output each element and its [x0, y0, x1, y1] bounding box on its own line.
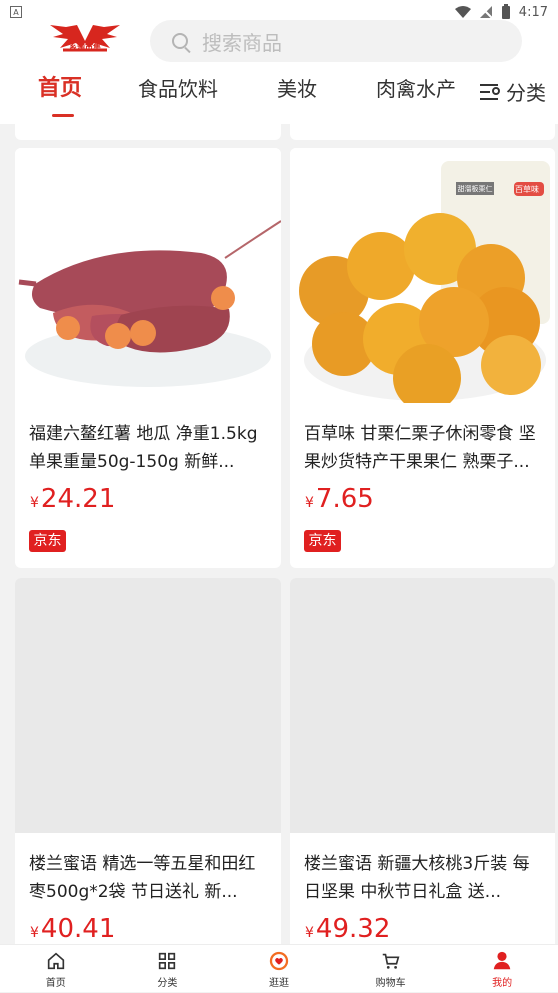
chestnut-image[interactable]: 百草味 甜溜板栗仁 — [290, 148, 555, 403]
tab-meat-seafood[interactable]: 肉禽水产 — [376, 73, 456, 109]
signal-icon — [479, 5, 493, 19]
product-card-sweet-potato[interactable]: 福建六鳌红薯 地瓜 净重1.5kg 单果重量50g-150g 新鲜... ¥24… — [15, 148, 281, 568]
nav-browse[interactable]: 逛逛 — [223, 945, 335, 993]
nav-category-label: 分类 — [157, 977, 178, 989]
nav-home[interactable]: 首页 — [0, 945, 112, 993]
previous-product-card-right[interactable] — [290, 124, 555, 140]
category-button[interactable]: 分类 — [480, 77, 546, 106]
product-title[interactable]: 楼兰蜜语 新疆大核桃3斤装 每日坚果 中秋节日礼盒 送... — [304, 850, 539, 906]
currency-symbol: ¥ — [305, 495, 314, 511]
nav-cart[interactable]: 购物车 — [335, 945, 447, 993]
product-image-placeholder[interactable] — [15, 578, 281, 833]
tab-food-drinks[interactable]: 食品饮料 — [138, 73, 218, 109]
battery-icon — [501, 4, 510, 19]
jd-platform-badge: 京东 — [304, 530, 341, 552]
active-tab-indicator — [52, 114, 74, 117]
home-icon — [47, 952, 64, 969]
product-price: ¥7.65 — [305, 484, 374, 518]
heart-chat-icon — [269, 951, 289, 970]
price-value: 49.32 — [315, 914, 391, 944]
product-title[interactable]: 福建六鳌红薯 地瓜 净重1.5kg 单果重量50g-150g 新鲜... — [29, 420, 264, 476]
brand-name: 乡淘市集 — [69, 43, 101, 52]
wifi-icon — [454, 6, 471, 18]
category-filter-icon — [480, 83, 500, 101]
status-icons: 4:17 — [454, 4, 548, 20]
product-title[interactable]: 楼兰蜜语 精选一等五星和田红枣500g*2袋 节日送礼 新... — [29, 850, 264, 906]
product-title[interactable]: 百草味 甘栗仁栗子休闲零食 坚果炒货特产干果果仁 熟栗子... — [304, 420, 539, 476]
user-profile-icon — [493, 951, 511, 969]
product-price: ¥24.21 — [30, 484, 115, 518]
tab-home[interactable]: 首页 — [38, 73, 82, 109]
sweet-potato-image[interactable] — [15, 148, 281, 403]
product-price: ¥40.41 — [30, 914, 115, 944]
price-value: 24.21 — [40, 484, 116, 514]
previous-product-card-left[interactable] — [15, 124, 281, 140]
notification-indicator-icon: A — [10, 6, 22, 18]
currency-symbol: ¥ — [30, 495, 39, 511]
currency-symbol: ¥ — [305, 925, 314, 941]
nav-mine-label: 我的 — [492, 977, 513, 989]
tab-beauty[interactable]: 美妆 — [277, 73, 317, 109]
search-bar[interactable]: 搜索商品 — [150, 20, 522, 62]
package-brand: 百草味 — [515, 184, 539, 194]
price-value: 7.65 — [315, 484, 374, 514]
search-input[interactable]: 搜索商品 — [202, 27, 282, 56]
nav-category[interactable]: 分类 — [112, 945, 224, 993]
package-product-name: 甜溜板栗仁 — [458, 184, 493, 193]
category-label: 分类 — [506, 81, 546, 105]
product-image-placeholder[interactable] — [290, 578, 555, 833]
nav-home-label: 首页 — [45, 977, 66, 989]
product-card-red-dates[interactable]: 楼兰蜜语 精选一等五星和田红枣500g*2袋 节日送礼 新... ¥40.41 — [15, 578, 281, 944]
shopping-cart-icon — [382, 953, 400, 969]
top-header: 乡淘市集 搜索商品 首页 食品饮料 美妆 肉禽水产 分类 — [0, 20, 558, 124]
status-time: 4:17 — [518, 4, 548, 20]
category-tabs: 首页 食品饮料 美妆 肉禽水产 分类 — [0, 73, 558, 117]
nav-mine[interactable]: 我的 — [446, 945, 558, 993]
nav-cart-label: 购物车 — [375, 977, 406, 989]
price-value: 40.41 — [40, 914, 116, 944]
product-card-walnuts[interactable]: 楼兰蜜语 新疆大核桃3斤装 每日坚果 中秋节日礼盒 送... ¥49.32 — [290, 578, 555, 944]
bottom-navigation: 首页 分类 逛逛 购物车 我的 — [0, 944, 558, 992]
currency-symbol: ¥ — [30, 925, 39, 941]
product-card-chestnut[interactable]: 百草味 甜溜板栗仁 百草味 甘栗仁栗子休闲零食 坚果炒货特产干果果仁 熟栗子..… — [290, 148, 555, 568]
nav-browse-label: 逛逛 — [268, 977, 289, 989]
search-icon — [172, 33, 188, 49]
jd-platform-badge: 京东 — [29, 530, 66, 552]
grid-icon — [159, 952, 176, 969]
product-price: ¥49.32 — [305, 914, 390, 944]
product-feed[interactable]: 福建六鳌红薯 地瓜 净重1.5kg 单果重量50g-150g 新鲜... ¥24… — [0, 124, 558, 944]
